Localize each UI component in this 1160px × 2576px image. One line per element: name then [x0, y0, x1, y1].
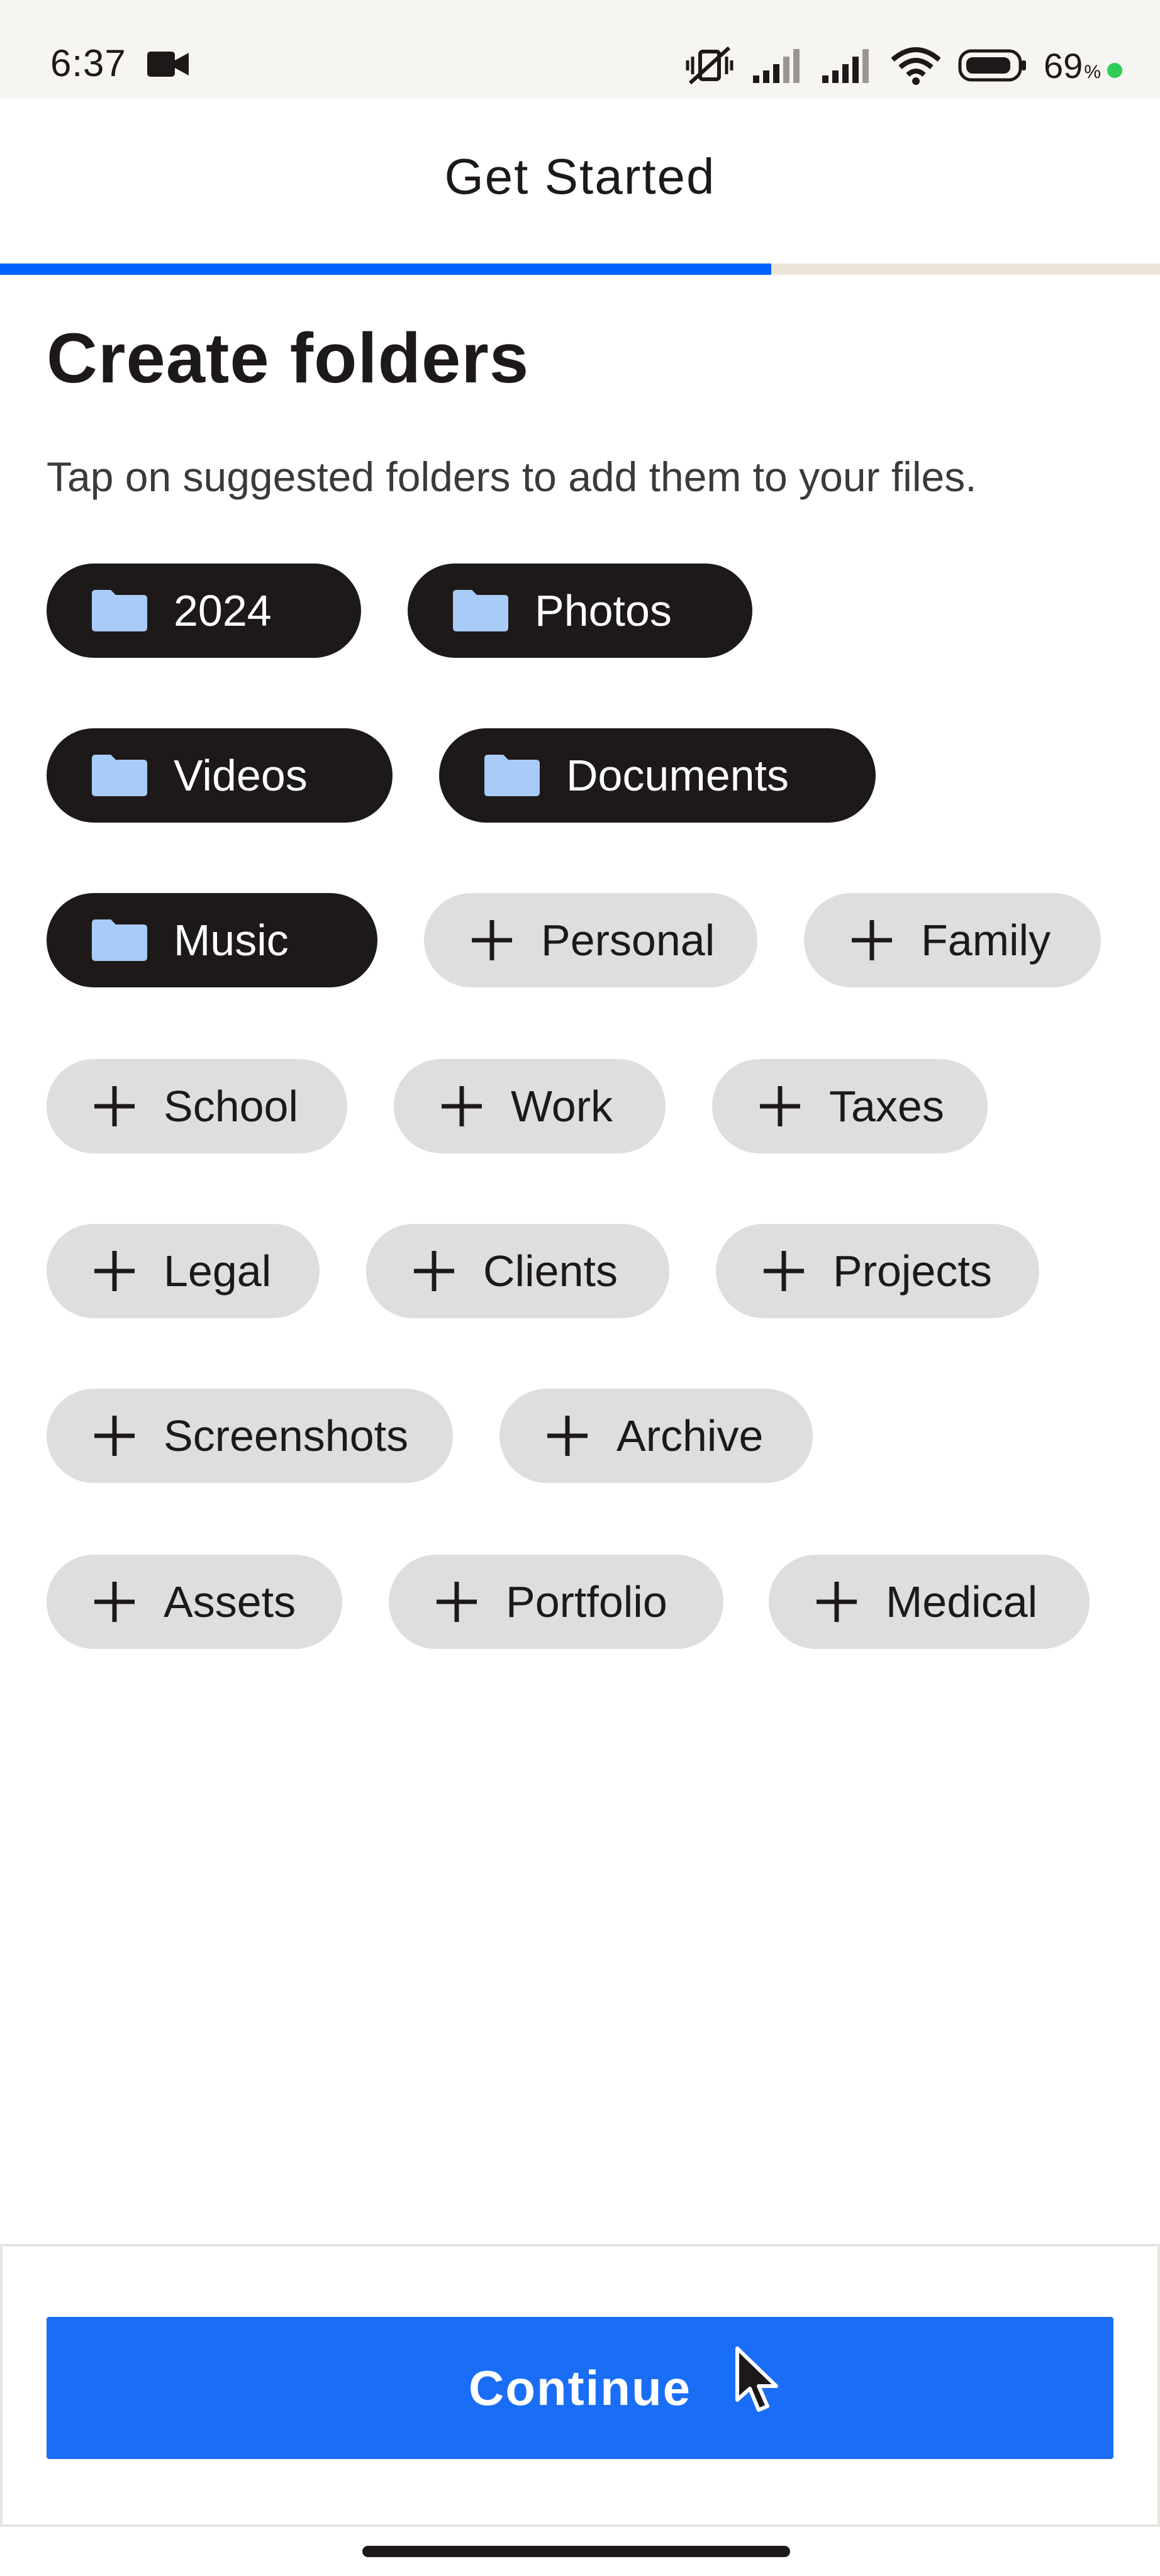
folder-chip-photos[interactable]: Photos — [408, 564, 752, 658]
folder-chip-label: Assets — [164, 1577, 296, 1626]
folder-chip-portfolio[interactable]: Portfolio — [389, 1555, 723, 1649]
vibrate-mute-icon — [686, 46, 733, 85]
battery-icon — [958, 49, 1027, 82]
folder-icon — [92, 755, 147, 796]
app-screen: 6:37 69 % Get Started Create folders Tap… — [0, 0, 1160, 2576]
folder-icon — [92, 590, 147, 631]
charging-dot-icon — [1107, 62, 1122, 78]
progress-bar-fill — [0, 264, 772, 275]
header: Get Started — [0, 99, 1160, 264]
plus-icon — [547, 1416, 588, 1456]
continue-button[interactable]: Continue — [47, 2317, 1113, 2459]
folder-chip-archive[interactable]: Archive — [499, 1389, 813, 1483]
folder-chip-label: Personal — [541, 916, 715, 965]
battery-percent-unit: % — [1084, 61, 1101, 82]
folder-chip-school[interactable]: School — [47, 1059, 347, 1153]
plus-icon — [94, 1416, 135, 1456]
battery-percent: 69% — [1044, 45, 1122, 86]
folder-chip-medical[interactable]: Medical — [769, 1555, 1090, 1649]
page-subtitle: Tap on suggested folders to add them to … — [47, 453, 977, 500]
folder-chip-label: Screenshots — [164, 1411, 409, 1460]
folder-chip-label: Music — [174, 916, 289, 965]
folder-chip-label: Videos — [174, 751, 308, 800]
status-icons: 69% — [685, 40, 1122, 91]
mouse-pointer-icon — [735, 2346, 778, 2412]
status-bar: 6:37 69 % — [0, 0, 1160, 99]
folder-chip-label: School — [164, 1082, 299, 1131]
folder-chip-label: Legal — [164, 1246, 272, 1296]
wifi-icon — [891, 47, 941, 85]
folder-icon — [453, 590, 508, 631]
folder-chip-label: Clients — [483, 1246, 618, 1296]
status-time: 6:37 — [50, 42, 126, 84]
home-indicator[interactable] — [362, 2546, 790, 2557]
folder-chip-work[interactable]: Work — [394, 1059, 666, 1153]
plus-icon — [817, 1582, 857, 1622]
folder-chip-clients[interactable]: Clients — [366, 1224, 669, 1318]
folder-chip-label: Portfolio — [506, 1577, 667, 1626]
signal-icon — [753, 49, 800, 83]
folder-chip-label: Projects — [833, 1246, 992, 1296]
folder-chip-label: Documents — [566, 751, 789, 800]
folder-chip-label: Photos — [535, 586, 672, 635]
folder-chip-label: Taxes — [829, 1082, 944, 1131]
folder-chip-taxes[interactable]: Taxes — [712, 1059, 988, 1153]
folder-chip-screenshots[interactable]: Screenshots — [47, 1389, 453, 1483]
folder-chip-assets[interactable]: Assets — [47, 1555, 342, 1649]
plus-icon — [94, 1582, 135, 1622]
folder-chip-label: Family — [921, 916, 1051, 965]
folder-chip-family[interactable]: Family — [804, 893, 1101, 987]
plus-icon — [764, 1251, 804, 1291]
plus-icon — [94, 1086, 135, 1126]
page-title: Create folders — [47, 319, 530, 397]
plus-icon — [442, 1086, 482, 1126]
folder-chip-label: 2024 — [174, 586, 272, 635]
folder-chip-legal[interactable]: Legal — [47, 1224, 320, 1318]
folder-chip-projects[interactable]: Projects — [716, 1224, 1039, 1318]
plus-icon — [94, 1251, 135, 1291]
battery-percent-value: 69 — [1044, 45, 1083, 86]
folder-chip-label: Archive — [616, 1411, 764, 1460]
folder-chip-label: Medical — [886, 1577, 1038, 1626]
folder-chip-2024[interactable]: 2024 — [47, 564, 361, 658]
folder-chip-documents[interactable]: Documents — [439, 728, 876, 823]
plus-icon — [437, 1582, 477, 1622]
folder-chip-label: Work — [511, 1082, 613, 1131]
plus-icon — [760, 1086, 800, 1126]
header-title: Get Started — [444, 148, 716, 204]
folder-icon — [484, 755, 540, 796]
video-camera-icon — [147, 52, 189, 77]
folder-icon — [92, 919, 147, 961]
plus-icon — [852, 920, 892, 960]
signal-icon — [822, 49, 869, 83]
folder-chip-personal[interactable]: Personal — [424, 893, 757, 987]
progress-bar — [0, 264, 1160, 275]
folder-chip-music[interactable]: Music — [47, 893, 377, 987]
folder-chip-videos[interactable]: Videos — [47, 728, 393, 823]
plus-icon — [472, 920, 512, 960]
plus-icon — [414, 1251, 454, 1291]
